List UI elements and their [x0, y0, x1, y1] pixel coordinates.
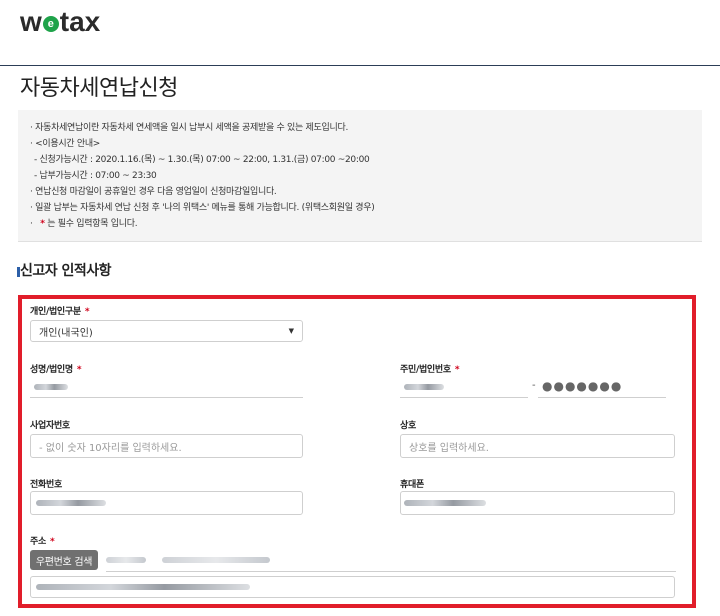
- redacted-name: [34, 384, 68, 390]
- required-note-text: 는 필수 입력항목 입니다.: [44, 219, 138, 229]
- redacted-idno: [404, 384, 444, 390]
- type-label: 개인/법인구분 *: [30, 304, 90, 317]
- idno-label: 주민/법인번호 *: [400, 362, 460, 375]
- page-title: 자동차세연납신청: [20, 76, 178, 101]
- required-mark: *: [49, 537, 55, 547]
- name-label: 성명/법인명 *: [30, 362, 82, 375]
- info-line-3: - 신청가능시간 : 2020.1.16.(목) ~ 1.30.(목) 07:0…: [34, 155, 370, 165]
- required-mark: *: [84, 307, 90, 317]
- redacted-mobile: [404, 500, 486, 506]
- phone-label: 전화번호: [30, 480, 62, 490]
- site-header: w e tax: [0, 0, 720, 66]
- logo-e-icon: e: [42, 16, 59, 32]
- bizno-input[interactable]: - 없이 숫자 10자리를 입력하세요.: [30, 434, 303, 458]
- required-mark: *: [454, 365, 460, 375]
- redacted-address-2: [36, 584, 250, 590]
- idno-label-text: 주민/법인번호: [400, 365, 451, 375]
- info-line-6: · 일괄 납부는 자동차세 연납 신청 후 '나의 위택스' 메뉴를 통해 가능…: [30, 203, 375, 213]
- info-line-4: - 납부가능시간 : 07:00 ~ 23:30: [34, 171, 157, 181]
- company-label: 상호: [400, 421, 416, 431]
- bizno-label: 사업자번호: [30, 421, 70, 431]
- required-note: · * 는 필수 입력항목 입니다.: [30, 219, 138, 229]
- logo-text-tax: tax: [59, 6, 101, 37]
- info-line-2: · <이용시간 안내>: [30, 139, 101, 149]
- type-select-value: 개인(내국인): [39, 327, 93, 339]
- required-mark: *: [76, 365, 82, 375]
- info-notice-box: · 자동차세연납이란 자동차세 연세액을 일시 납부시 세액을 공제받을 수 있…: [18, 110, 702, 242]
- idno-dash: -: [532, 380, 536, 391]
- mobile-label: 휴대폰: [400, 480, 424, 490]
- logo-text-w: w: [20, 6, 42, 37]
- redacted-phone: [36, 500, 106, 506]
- name-field[interactable]: [30, 378, 303, 398]
- wetax-logo[interactable]: w e tax: [20, 6, 100, 38]
- caret-down-icon: ▼: [288, 327, 294, 335]
- address-line-field[interactable]: [106, 552, 676, 572]
- section-title: 신고자 인적사항: [16, 260, 112, 280]
- info-line-5: · 연납신청 마감일이 공휴일인 경우 다음 영업일이 신청마감일입니다.: [30, 187, 277, 197]
- company-input[interactable]: 상호를 입력하세요.: [400, 434, 675, 458]
- idno-masked: ●●●●●●●: [542, 379, 623, 393]
- address-label: 주소 *: [30, 534, 55, 547]
- address-label-text: 주소: [30, 537, 46, 547]
- name-label-text: 성명/법인명: [30, 365, 73, 375]
- postcode-search-button[interactable]: 우편번호 검색: [30, 550, 98, 570]
- type-label-text: 개인/법인구분: [30, 307, 81, 317]
- info-line-1: · 자동차세연납이란 자동차세 연세액을 일시 납부시 세액을 공제받을 수 있…: [30, 123, 349, 133]
- type-select[interactable]: 개인(내국인) ▼: [30, 320, 303, 342]
